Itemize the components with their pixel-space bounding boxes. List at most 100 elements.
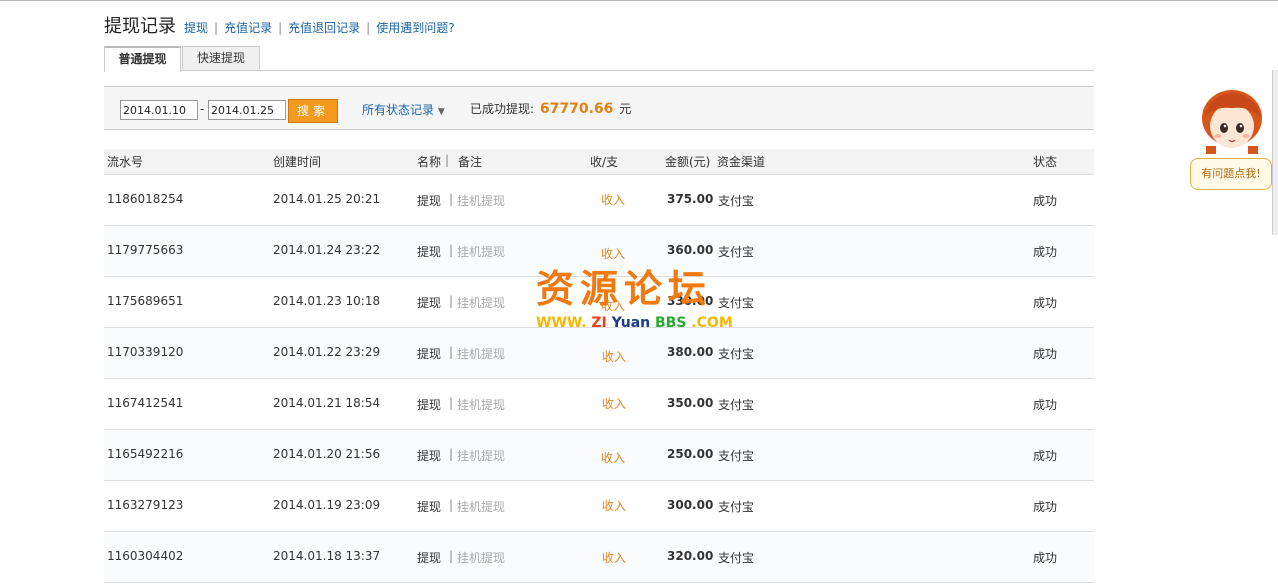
cell-remark: 挂机提现 xyxy=(457,449,506,463)
cell-amount: 320.00 xyxy=(667,549,714,563)
link-help[interactable]: 使用遇到问题? xyxy=(376,19,454,36)
cell-created: 2014.01.24 23:22 xyxy=(273,243,381,257)
cell-name: 提现 xyxy=(417,347,442,361)
cell-serial: 1179775663 xyxy=(107,243,184,257)
th-status: 状态 xyxy=(1033,155,1058,169)
cell-status: 成功 xyxy=(1033,551,1058,565)
start-date-input[interactable] xyxy=(120,100,198,120)
top-border xyxy=(0,0,1278,1)
cell-status: 成功 xyxy=(1033,500,1058,514)
cell-channel: 支付宝 xyxy=(718,500,755,514)
link-recharge-refund-records[interactable]: 充值退回记录 xyxy=(288,19,360,36)
caret-down-icon: ▼ xyxy=(437,107,445,117)
search-button[interactable]: 搜索 xyxy=(288,99,338,123)
cell-amount: 350.00 xyxy=(667,396,714,410)
cell-inout: 收入 xyxy=(602,350,627,364)
th-amount: 金额(元) xyxy=(665,155,711,169)
cell-channel: 支付宝 xyxy=(718,398,755,412)
cell-channel: 支付宝 xyxy=(718,296,755,310)
cell-name: 提现 xyxy=(417,551,442,565)
cell-serial: 1170339120 xyxy=(107,345,184,359)
tab-bar: 普通提现 快速提现 xyxy=(104,46,1094,72)
cell-status: 成功 xyxy=(1033,296,1058,310)
cell-name: 提现 xyxy=(417,398,442,412)
cell-channel: 支付宝 xyxy=(718,194,755,208)
link-separator: | xyxy=(214,21,219,35)
link-separator: | xyxy=(278,21,283,35)
page-scrollbar[interactable] xyxy=(1272,70,1278,235)
cell-amount: 250.00 xyxy=(667,447,714,461)
cell-divider: | xyxy=(449,345,454,359)
cell-remark: 挂机提现 xyxy=(457,398,506,412)
cell-inout: 收入 xyxy=(602,551,627,565)
cell-name: 提现 xyxy=(417,500,442,514)
cell-amount: 360.00 xyxy=(667,243,714,257)
tab-normal-withdraw[interactable]: 普通提现 xyxy=(104,46,181,72)
cell-channel: 支付宝 xyxy=(718,245,755,259)
table-row: 1160304402 2014.01.18 13:37 提现 | 挂机提现 收入… xyxy=(104,532,1094,583)
cell-name: 提现 xyxy=(417,194,442,208)
date-dash: - xyxy=(200,102,205,116)
cell-remark: 挂机提现 xyxy=(457,245,506,259)
end-date-input[interactable] xyxy=(208,100,286,120)
cell-remark: 挂机提现 xyxy=(457,551,506,565)
total-withdrawn: 已成功提现: 67770.66 元 xyxy=(470,100,631,117)
cell-serial: 1175689651 xyxy=(107,294,184,308)
status-dropdown[interactable]: 所有状态记录 ▼ xyxy=(362,101,445,118)
cell-divider: | xyxy=(449,549,454,563)
cell-divider: | xyxy=(449,243,454,257)
help-widget[interactable]: 有问题点我! xyxy=(1188,88,1274,192)
cell-remark: 挂机提现 xyxy=(457,194,506,208)
cell-remark: 挂机提现 xyxy=(457,296,506,310)
cell-status: 成功 xyxy=(1033,398,1058,412)
table-row: 1175689651 2014.01.23 10:18 提现 | 挂机提现 收入… xyxy=(104,277,1094,328)
link-separator: | xyxy=(366,21,371,35)
cell-created: 2014.01.22 23:29 xyxy=(273,345,381,359)
cell-status: 成功 xyxy=(1033,449,1058,463)
cell-remark: 挂机提现 xyxy=(457,500,506,514)
cell-divider: | xyxy=(449,192,454,206)
table-header: 流水号 创建时间 名称 | 备注 收/支 金额(元) 资金渠道 状态 xyxy=(104,149,1094,175)
cell-divider: | xyxy=(449,396,454,410)
cell-amount: 375.00 xyxy=(667,192,714,206)
table-row: 1167412541 2014.01.21 18:54 提现 | 挂机提现 收入… xyxy=(104,379,1094,430)
cell-inout: 收入 xyxy=(601,299,626,313)
cell-name: 提现 xyxy=(417,245,442,259)
th-name: 名称 xyxy=(417,155,442,169)
th-inout: 收/支 xyxy=(590,155,619,169)
girl-avatar-icon xyxy=(1202,90,1262,154)
help-bubble[interactable]: 有问题点我! xyxy=(1190,158,1272,190)
cell-serial: 1186018254 xyxy=(107,192,184,206)
total-unit: 元 xyxy=(619,102,632,116)
total-label: 已成功提现: xyxy=(470,102,535,116)
cell-created: 2014.01.25 20:21 xyxy=(273,192,381,206)
cell-amount: 300.00 xyxy=(667,498,714,512)
table-row: 1179775663 2014.01.24 23:22 提现 | 挂机提现 收入… xyxy=(104,226,1094,277)
cell-serial: 1163279123 xyxy=(107,498,184,512)
tab-quick-withdraw[interactable]: 快速提现 xyxy=(182,46,260,70)
cell-divider: | xyxy=(449,447,454,461)
cell-created: 2014.01.23 10:18 xyxy=(273,294,381,308)
cell-name: 提现 xyxy=(417,449,442,463)
th-divider: | xyxy=(445,153,450,167)
cell-amount: 330.00 xyxy=(667,294,714,308)
link-recharge-records[interactable]: 充值记录 xyxy=(224,19,272,36)
th-channel: 资金渠道 xyxy=(717,155,766,169)
cell-inout: 收入 xyxy=(602,499,627,513)
cell-serial: 1167412541 xyxy=(107,396,184,410)
cell-inout: 收入 xyxy=(601,193,626,207)
link-withdraw[interactable]: 提现 xyxy=(184,19,208,36)
cell-created: 2014.01.18 13:37 xyxy=(273,549,381,563)
cell-divider: | xyxy=(449,294,454,308)
th-serial: 流水号 xyxy=(107,155,144,169)
cell-status: 成功 xyxy=(1033,347,1058,361)
cell-created: 2014.01.19 23:09 xyxy=(273,498,381,512)
th-remark: 备注 xyxy=(458,155,483,169)
table-row: 1163279123 2014.01.19 23:09 提现 | 挂机提现 收入… xyxy=(104,481,1094,532)
cell-status: 成功 xyxy=(1033,245,1058,259)
cell-inout: 收入 xyxy=(601,451,626,465)
total-amount: 67770.66 xyxy=(539,101,614,117)
page-title: 提现记录 xyxy=(104,16,176,37)
cell-created: 2014.01.21 18:54 xyxy=(273,396,381,410)
cell-status: 成功 xyxy=(1033,194,1058,208)
